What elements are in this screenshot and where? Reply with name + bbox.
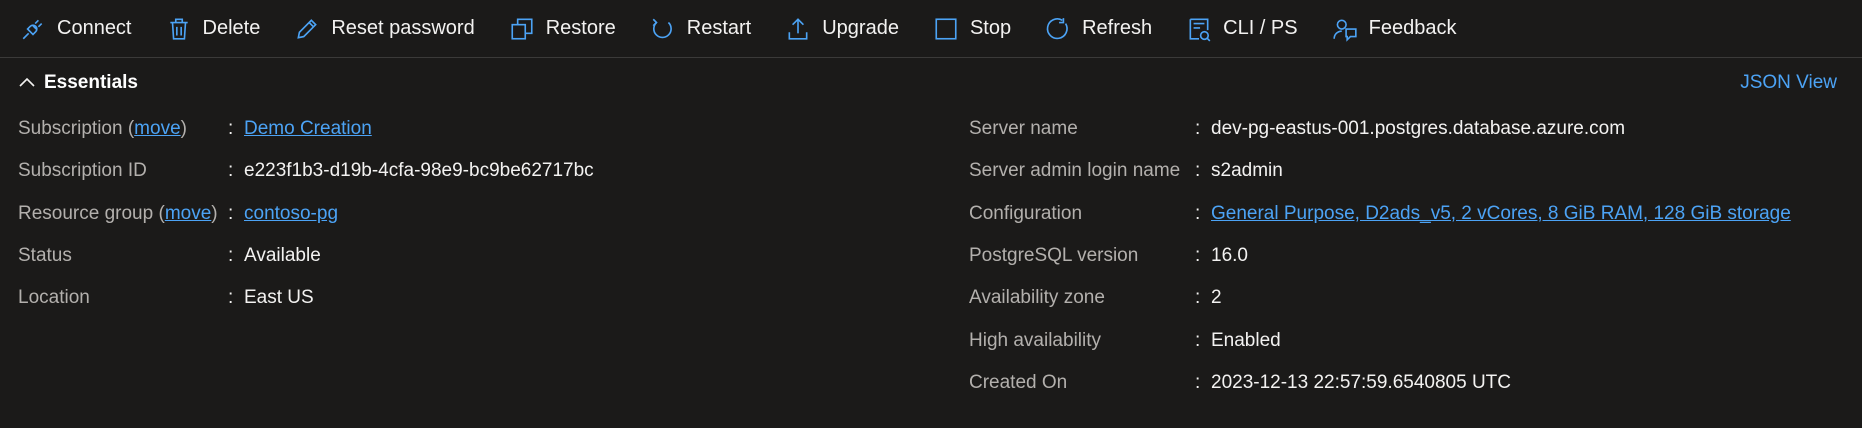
high-availability-row: High availability : Enabled — [969, 319, 1791, 361]
availability-zone-label: Availability zone — [969, 287, 1105, 309]
configuration-label: Configuration — [969, 202, 1083, 224]
chevron-up-icon — [19, 77, 35, 87]
colon-separator: : — [1195, 202, 1201, 224]
configuration-row: Configuration : General Purpose, D2ads_v… — [969, 193, 1791, 235]
upgrade-button[interactable]: Upgrade — [785, 9, 907, 49]
subscription-id-row: Subscription ID : e223f1b3-d19b-4cfa-98e… — [18, 150, 594, 192]
reset-password-label: Reset password — [331, 17, 475, 39]
delete-button[interactable]: Delete — [166, 9, 269, 49]
refresh-icon — [1045, 16, 1071, 42]
restore-button[interactable]: Restore — [509, 9, 624, 49]
command-bar: Connect Delete Reset password Restore Re… — [0, 0, 1862, 58]
colon-separator: : — [228, 118, 234, 140]
trash-icon — [166, 16, 192, 42]
postgresql-version-value: 16.0 — [1211, 245, 1248, 267]
location-row: Location : East US — [18, 277, 594, 319]
subscription-row: Subscription (move) : Demo Creation — [18, 108, 594, 150]
availability-zone-row: Availability zone : 2 — [969, 277, 1791, 319]
colon-separator: : — [1195, 329, 1201, 351]
status-label: Status — [18, 245, 72, 267]
resource-group-label: Resource group (move) — [18, 202, 218, 224]
location-label: Location — [18, 287, 90, 309]
restart-label: Restart — [686, 17, 752, 39]
essentials-title: Essentials — [44, 72, 138, 93]
subscription-id-value: e223f1b3-d19b-4cfa-98e9-bc9be62717bc — [244, 160, 594, 182]
refresh-label: Refresh — [1082, 17, 1153, 39]
server-name-value: dev-pg-eastus-001.postgres.database.azur… — [1211, 118, 1626, 140]
restart-button[interactable]: Restart — [650, 9, 759, 49]
admin-login-label: Server admin login name — [969, 160, 1181, 182]
restore-label: Restore — [545, 17, 616, 39]
colon-separator: : — [228, 245, 234, 267]
postgresql-version-label: PostgreSQL version — [969, 245, 1139, 267]
cli-icon — [1186, 16, 1212, 42]
essentials-left-column: Subscription (move) : Demo Creation Subs… — [18, 108, 594, 319]
colon-separator: : — [1195, 371, 1201, 393]
colon-separator: : — [1195, 160, 1201, 182]
colon-separator: : — [228, 202, 234, 224]
feedback-icon — [1332, 16, 1358, 42]
essentials-right-column: Server name : dev-pg-eastus-001.postgres… — [969, 108, 1791, 404]
high-availability-value: Enabled — [1211, 329, 1281, 351]
status-value: Available — [244, 245, 321, 267]
subscription-move-link[interactable]: move — [134, 118, 180, 139]
resource-group-row: Resource group (move) : contoso-pg — [18, 193, 594, 235]
stop-label: Stop — [969, 17, 1012, 39]
created-on-label: Created On — [969, 371, 1068, 393]
delete-label: Delete — [202, 17, 261, 39]
admin-login-row: Server admin login name : s2admin — [969, 150, 1791, 192]
server-name-label: Server name — [969, 118, 1078, 140]
postgresql-version-row: PostgreSQL version : 16.0 — [969, 235, 1791, 277]
server-name-row: Server name : dev-pg-eastus-001.postgres… — [969, 108, 1791, 150]
connect-label: Connect — [57, 17, 132, 39]
colon-separator: : — [1195, 287, 1201, 309]
cli-ps-label: CLI / PS — [1223, 17, 1298, 39]
admin-login-value: s2admin — [1211, 160, 1283, 182]
high-availability-label: High availability — [969, 329, 1102, 351]
colon-separator: : — [228, 160, 234, 182]
upgrade-label: Upgrade — [822, 17, 899, 39]
subscription-id-label: Subscription ID — [18, 160, 147, 182]
json-view-link[interactable]: JSON View — [1740, 72, 1837, 94]
upload-icon — [785, 16, 811, 42]
plug-icon — [20, 16, 46, 42]
availability-zone-value: 2 — [1211, 287, 1222, 309]
refresh-button[interactable]: Refresh — [1045, 9, 1160, 49]
location-value: East US — [244, 287, 314, 309]
reset-password-button[interactable]: Reset password — [294, 9, 482, 49]
restore-icon — [509, 16, 535, 42]
feedback-button[interactable]: Feedback — [1332, 9, 1465, 49]
created-on-row: Created On : 2023-12-13 22:57:59.6540805… — [969, 362, 1791, 404]
essentials-toggle[interactable]: Essentials — [18, 72, 138, 94]
cli-ps-button[interactable]: CLI / PS — [1186, 9, 1305, 49]
subscription-value-link[interactable]: Demo Creation — [244, 118, 372, 140]
connect-button[interactable]: Connect — [20, 9, 140, 49]
colon-separator: : — [1195, 245, 1201, 267]
resource-group-value-link[interactable]: contoso-pg — [244, 203, 338, 225]
configuration-value-link[interactable]: General Purpose, D2ads_v5, 2 vCores, 8 G… — [1211, 203, 1791, 225]
colon-separator: : — [228, 287, 234, 309]
subscription-label: Subscription (move) — [18, 118, 187, 140]
essentials-header: Essentials JSON View — [0, 59, 1862, 107]
restart-icon — [650, 16, 676, 42]
status-row: Status : Available — [18, 235, 594, 277]
pencil-icon — [294, 16, 320, 42]
feedback-label: Feedback — [1368, 17, 1457, 39]
stop-button[interactable]: Stop — [933, 9, 1019, 49]
created-on-value: 2023-12-13 22:57:59.6540805 UTC — [1211, 371, 1512, 393]
stop-icon — [933, 16, 959, 42]
resource-group-move-link[interactable]: move — [165, 203, 211, 224]
colon-separator: : — [1195, 118, 1201, 140]
